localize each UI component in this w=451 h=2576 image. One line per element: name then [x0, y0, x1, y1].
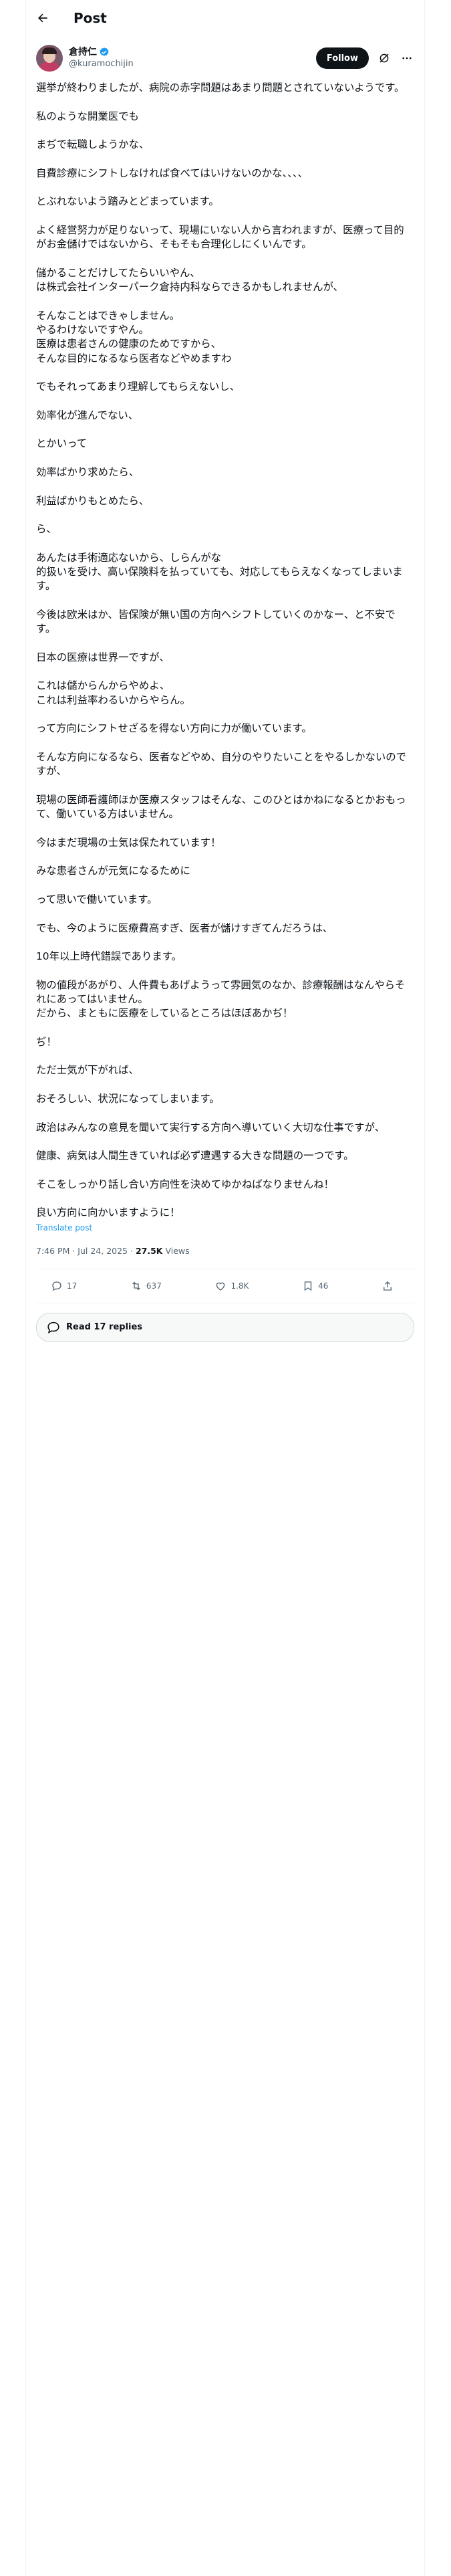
author-handle[interactable]: @kuramochijin — [69, 58, 134, 70]
page-title: Post — [73, 9, 107, 26]
more-icon[interactable] — [400, 51, 414, 66]
read-replies-label: Read 17 replies — [66, 1322, 143, 1333]
views-count: 27.5K — [135, 1245, 163, 1256]
tweet-meta: 7:46 PM · Jul 24, 2025 · 27.5K Views — [26, 1234, 424, 1258]
share-icon — [384, 1281, 392, 1291]
reply-count: 17 — [67, 1281, 78, 1291]
repost-count: 637 — [146, 1281, 162, 1291]
back-arrow-icon[interactable] — [36, 7, 59, 29]
speech-bubble-icon — [47, 1321, 59, 1333]
repost-button[interactable]: 637 — [130, 1280, 162, 1292]
read-replies-button[interactable]: Read 17 replies — [36, 1312, 414, 1342]
like-button[interactable]: 1.8K — [214, 1280, 249, 1292]
like-icon — [216, 1282, 225, 1291]
meta-separator: · — [128, 1245, 136, 1256]
author-display-name-text[interactable]: 倉持仁 — [69, 46, 97, 58]
author-names: 倉持仁 @kuramochijin — [69, 46, 134, 70]
post-column: Post 倉持仁 @kuramochijin Follow 選挙が終わりましたが… — [25, 0, 425, 2576]
bookmark-icon — [304, 1281, 312, 1291]
verified-badge-icon — [100, 47, 109, 56]
like-count: 1.8K — [231, 1281, 249, 1291]
action-bar: 17 637 1.8K 46 — [36, 1268, 414, 1303]
translate-post-link[interactable]: Translate post — [26, 1220, 424, 1234]
tweet-text: 選挙が終わりましたが、病院の赤字問題はあまり問題とされていないようです。 私のよ… — [36, 82, 407, 1219]
top-bar: Post — [26, 0, 424, 35]
grok-icon[interactable] — [377, 51, 392, 66]
bookmark-button[interactable]: 46 — [302, 1280, 328, 1292]
author-display-name[interactable]: 倉持仁 — [69, 46, 134, 58]
share-button[interactable] — [382, 1280, 398, 1292]
avatar[interactable] — [36, 45, 63, 72]
repost-icon — [132, 1281, 140, 1290]
views-label: Views — [162, 1245, 190, 1256]
author-row: 倉持仁 @kuramochijin Follow — [26, 35, 424, 74]
follow-button[interactable]: Follow — [315, 47, 369, 69]
reply-icon — [52, 1281, 61, 1291]
bookmark-count: 46 — [318, 1281, 329, 1291]
reply-button[interactable]: 17 — [51, 1280, 77, 1292]
author-actions: Follow — [315, 47, 414, 69]
tweet-timestamp[interactable]: 7:46 PM · Jul 24, 2025 — [36, 1246, 128, 1256]
